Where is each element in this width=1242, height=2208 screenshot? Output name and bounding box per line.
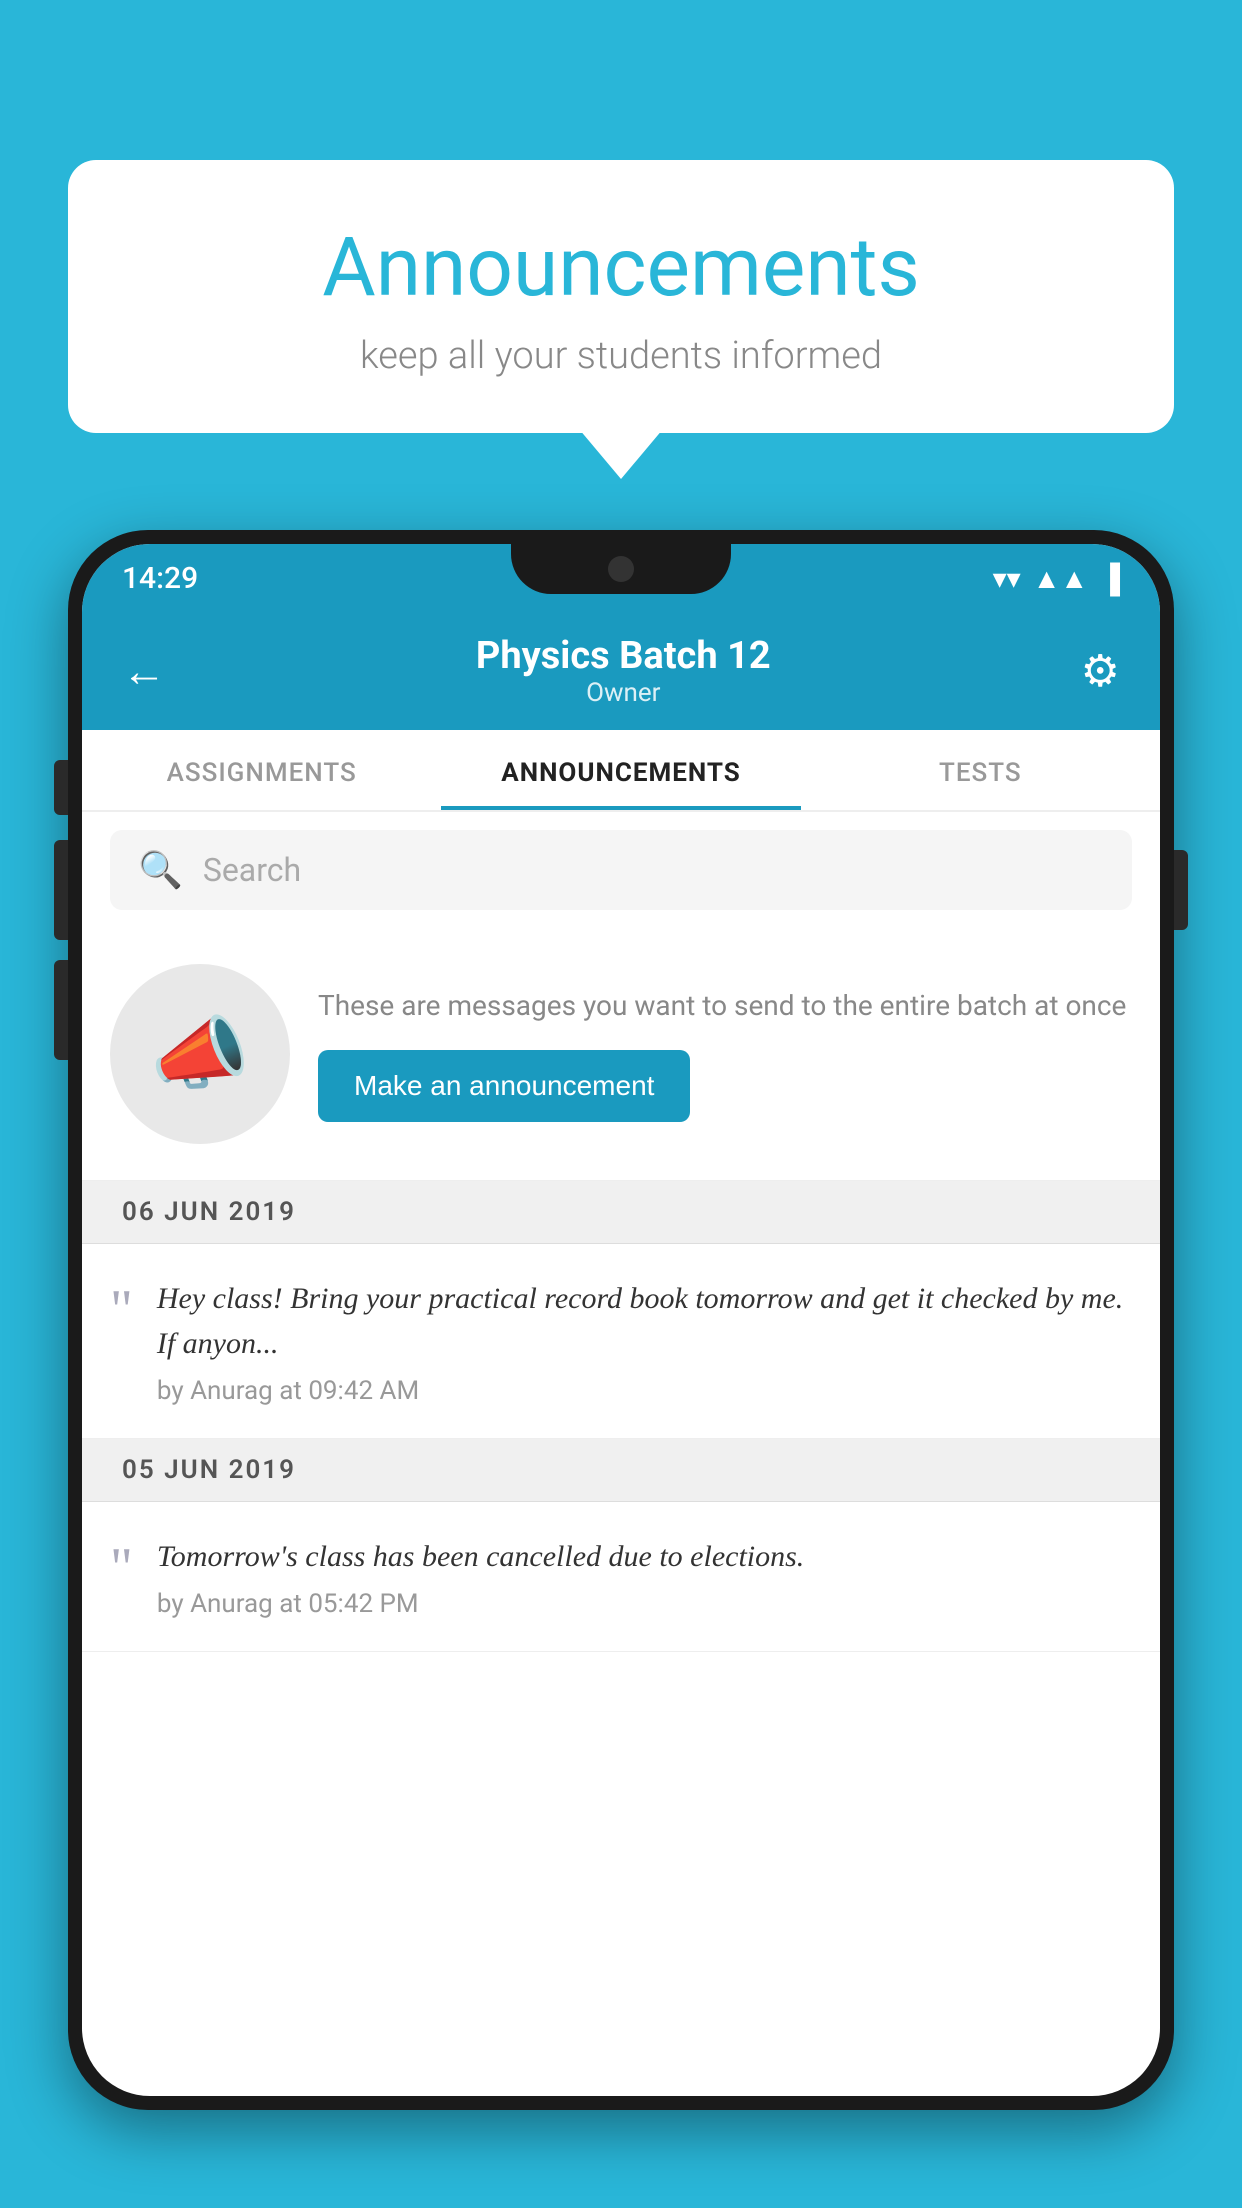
search-placeholder: Search <box>203 851 301 889</box>
tab-announcements[interactable]: ANNOUNCEMENTS <box>441 730 800 810</box>
announcement-prompt: 📣 These are messages you want to send to… <box>82 928 1160 1181</box>
header-subtitle: Owner <box>166 678 1081 708</box>
header-center: Physics Batch 12 Owner <box>166 634 1081 708</box>
speech-bubble: Announcements keep all your students inf… <box>68 160 1174 433</box>
settings-icon[interactable]: ⚙ <box>1081 645 1120 697</box>
announcement-item-2: " Tomorrow's class has been cancelled du… <box>82 1502 1160 1652</box>
power-button <box>1174 850 1188 930</box>
back-button[interactable]: ← <box>122 645 166 697</box>
phone-device: 14:29 ▾▾ ▲▲ ▐ ← Physics Batch 12 Owner ⚙ <box>68 530 1174 2208</box>
volume-down-button <box>54 960 68 1060</box>
tabs-bar: ASSIGNMENTS ANNOUNCEMENTS TESTS <box>82 730 1160 812</box>
app-header: ← Physics Batch 12 Owner ⚙ <box>82 612 1160 730</box>
tab-tests[interactable]: TESTS <box>801 730 1160 810</box>
speech-bubble-section: Announcements keep all your students inf… <box>68 160 1174 433</box>
phone-notch <box>511 544 731 594</box>
volume-up-button <box>54 840 68 940</box>
search-icon: 🔍 <box>138 849 183 891</box>
phone-frame: 14:29 ▾▾ ▲▲ ▐ ← Physics Batch 12 Owner ⚙ <box>68 530 1174 2110</box>
status-time: 14:29 <box>122 561 198 596</box>
announcement-text-1: Hey class! Bring your practical record b… <box>157 1276 1132 1366</box>
tab-assignments[interactable]: ASSIGNMENTS <box>82 730 441 810</box>
quote-icon-2: " <box>110 1540 133 1596</box>
status-icons: ▾▾ ▲▲ ▐ <box>993 562 1120 595</box>
battery-icon: ▐ <box>1100 562 1120 595</box>
search-container: 🔍 Search <box>82 812 1160 928</box>
announcement-item-1: " Hey class! Bring your practical record… <box>82 1244 1160 1439</box>
signal-icon: ▲▲ <box>1033 562 1088 595</box>
mute-button <box>54 760 68 815</box>
header-title: Physics Batch 12 <box>166 634 1081 678</box>
bubble-subtitle: keep all your students informed <box>148 334 1094 378</box>
announcement-content-2: Tomorrow's class has been cancelled due … <box>157 1534 1132 1619</box>
quote-icon-1: " <box>110 1282 133 1338</box>
wifi-icon: ▾▾ <box>993 562 1021 595</box>
bubble-title: Announcements <box>148 220 1094 316</box>
camera <box>608 556 634 582</box>
announcement-content-1: Hey class! Bring your practical record b… <box>157 1276 1132 1406</box>
make-announcement-button[interactable]: Make an announcement <box>318 1050 690 1122</box>
announcement-description: These are messages you want to send to t… <box>318 986 1132 1027</box>
announcement-text-2: Tomorrow's class has been cancelled due … <box>157 1534 1132 1579</box>
megaphone-icon: 📣 <box>150 1007 250 1101</box>
search-bar[interactable]: 🔍 Search <box>110 830 1132 910</box>
announcement-meta-1: by Anurag at 09:42 AM <box>157 1376 1132 1406</box>
announcement-meta-2: by Anurag at 05:42 PM <box>157 1589 1132 1619</box>
phone-screen: 14:29 ▾▾ ▲▲ ▐ ← Physics Batch 12 Owner ⚙ <box>82 544 1160 2096</box>
date-separator-2: 05 JUN 2019 <box>82 1439 1160 1502</box>
date-separator-1: 06 JUN 2019 <box>82 1181 1160 1244</box>
megaphone-circle: 📣 <box>110 964 290 1144</box>
announcement-right: These are messages you want to send to t… <box>318 986 1132 1123</box>
